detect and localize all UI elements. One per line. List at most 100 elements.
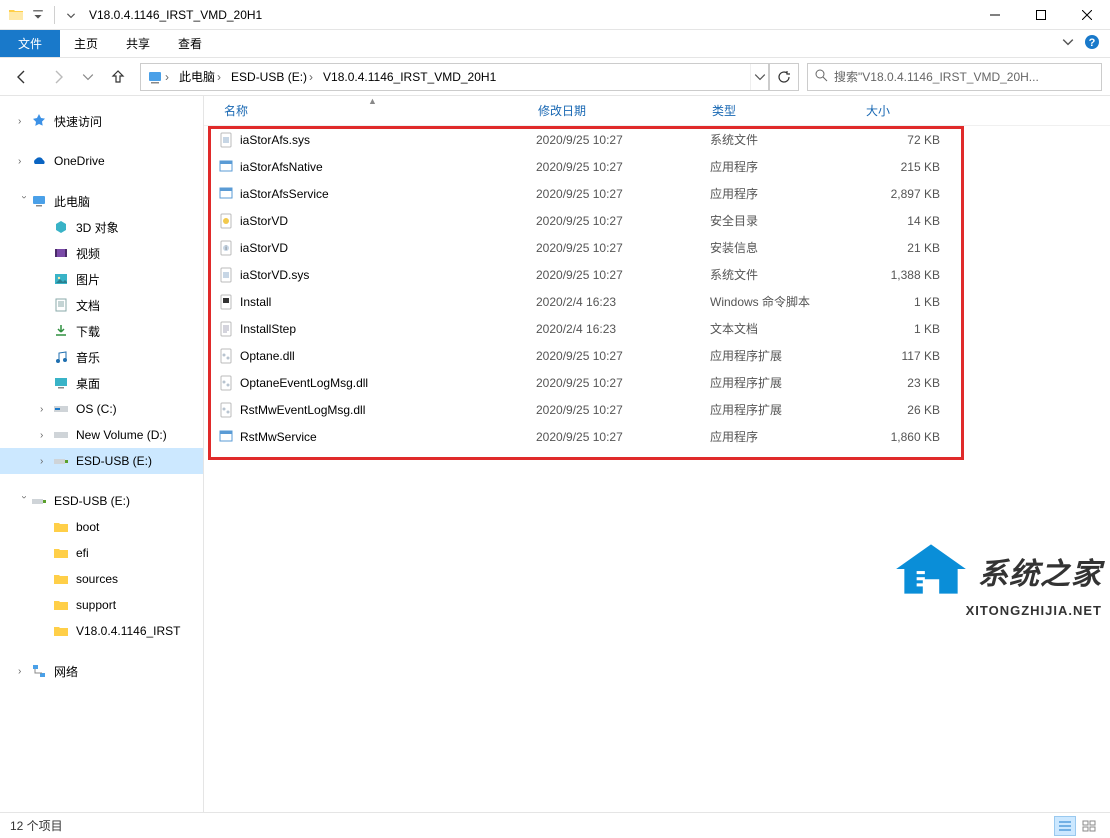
watermark: 系统之家 XITONGZHIJIA.NET [890,538,1102,618]
breadcrumb-this-pc[interactable]: 此电脑› [175,64,227,90]
file-tab[interactable]: 文件 [0,30,60,57]
file-icon [216,321,236,337]
quick-access-icon [30,113,48,129]
breadcrumb-folder[interactable]: V18.0.4.1146_IRST_VMD_20H1 [319,64,500,90]
file-row[interactable]: iaStorAfsNative2020/9/25 10:27应用程序215 KB [216,153,1110,180]
item-count: 12 个项目 [10,817,63,834]
file-size: 21 KB [864,241,940,255]
computer-icon [30,193,48,209]
file-type: 应用程序扩展 [710,347,864,364]
file-row[interactable]: InstallStep2020/2/4 16:23文本文档1 KB [216,315,1110,342]
search-input[interactable]: 搜索"V18.0.4.1146_IRST_VMD_20H... [807,63,1102,91]
breadcrumb-root[interactable]: › [141,64,175,90]
file-row[interactable]: iaStorVD2020/9/25 10:27安全目录14 KB [216,207,1110,234]
tree-item-icon [52,375,70,391]
qat-dropdown-icon[interactable] [28,5,48,25]
tree-pc-child[interactable]: 下载 [0,318,203,344]
tree-pc-child[interactable]: ›New Volume (D:) [0,422,203,448]
tree-item-icon [52,401,70,417]
file-row[interactable]: iaStorAfs.sys2020/9/25 10:27系统文件72 KB [216,126,1110,153]
file-date: 2020/9/25 10:27 [536,430,710,444]
address-bar[interactable]: › 此电脑› ESD-USB (E:)› V18.0.4.1146_IRST_V… [140,63,769,91]
file-row[interactable]: Optane.dll2020/9/25 10:27应用程序扩展117 KB [216,342,1110,369]
file-row[interactable]: iaStorVD.sys2020/9/25 10:27系统文件1,388 KB [216,261,1110,288]
file-type: 系统文件 [710,131,864,148]
tree-pc-child[interactable]: 音乐 [0,344,203,370]
details-view-button[interactable] [1054,816,1076,836]
qat-overflow-icon[interactable] [61,5,81,25]
tree-esd-child[interactable]: support [0,592,203,618]
file-date: 2020/9/25 10:27 [536,214,710,228]
back-button[interactable] [8,63,36,91]
close-button[interactable] [1064,0,1110,30]
thumbnails-view-button[interactable] [1078,816,1100,836]
folder-icon [52,623,70,639]
file-icon [216,132,236,148]
svg-text:?: ? [1089,37,1096,49]
up-button[interactable] [104,63,132,91]
file-icon [216,402,236,418]
window-controls [972,0,1110,30]
tree-this-pc[interactable]: › 此电脑 [0,188,203,214]
tree-onedrive[interactable]: › OneDrive [0,148,203,174]
file-size: 14 KB [864,214,940,228]
usb-drive-icon [30,493,48,509]
tree-esd-child[interactable]: efi [0,540,203,566]
file-type: 应用程序扩展 [710,401,864,418]
tree-esd-child[interactable]: boot [0,514,203,540]
file-size: 1 KB [864,295,940,309]
network-icon [30,663,48,679]
tab-view[interactable]: 查看 [164,30,216,57]
column-name[interactable]: 名称 [216,102,538,119]
folder-icon [52,597,70,613]
breadcrumb-drive[interactable]: ESD-USB (E:)› [227,64,319,90]
column-headers: ▲ 名称 修改日期 类型 大小 [204,96,1110,126]
tree-quick-access[interactable]: › 快速访问 [0,108,203,134]
file-row[interactable]: iiaStorVD2020/9/25 10:27安装信息21 KB [216,234,1110,261]
tree-pc-child[interactable]: ›ESD-USB (E:) [0,448,203,474]
tree-esd-usb[interactable]: › ESD-USB (E:) [0,488,203,514]
file-name: Install [236,295,536,309]
expand-ribbon-icon[interactable] [1062,36,1074,51]
watermark-logo-icon [890,538,972,603]
file-row[interactable]: RstMwService2020/9/25 10:27应用程序1,860 KB [216,423,1110,450]
forward-button[interactable] [44,63,72,91]
navigation-pane: › 快速访问 › OneDrive › 此电脑 3D 对象视频图片文档下载音乐桌… [0,96,204,812]
tree-pc-child[interactable]: ›OS (C:) [0,396,203,422]
tree-pc-child[interactable]: 视频 [0,240,203,266]
file-row[interactable]: RstMwEventLogMsg.dll2020/9/25 10:27应用程序扩… [216,396,1110,423]
column-date[interactable]: 修改日期 [538,102,712,119]
file-row[interactable]: iaStorAfsService2020/9/25 10:27应用程序2,897… [216,180,1110,207]
tab-home[interactable]: 主页 [60,30,112,57]
tree-pc-child[interactable]: 桌面 [0,370,203,396]
tree-pc-child[interactable]: 图片 [0,266,203,292]
recent-locations-button[interactable] [80,63,96,91]
maximize-button[interactable] [1018,0,1064,30]
folder-icon [52,545,70,561]
file-date: 2020/9/25 10:27 [536,268,710,282]
tab-share[interactable]: 共享 [112,30,164,57]
file-icon [216,213,236,229]
tree-esd-child[interactable]: V18.0.4.1146_IRST [0,618,203,644]
address-dropdown[interactable] [750,64,768,90]
file-date: 2020/9/25 10:27 [536,349,710,363]
file-icon: i [216,240,236,256]
file-type: 系统文件 [710,266,864,283]
file-name: iaStorVD [236,214,536,228]
tree-pc-child[interactable]: 3D 对象 [0,214,203,240]
help-icon[interactable]: ? [1084,34,1100,53]
column-size[interactable]: 大小 [866,102,952,119]
tree-pc-child[interactable]: 文档 [0,292,203,318]
separator [54,6,55,24]
refresh-button[interactable] [769,63,799,91]
status-bar: 12 个项目 [0,812,1110,838]
file-row[interactable]: Install2020/2/4 16:23Windows 命令脚本1 KB [216,288,1110,315]
minimize-button[interactable] [972,0,1018,30]
column-type[interactable]: 类型 [712,102,866,119]
tree-esd-child[interactable]: sources [0,566,203,592]
file-size: 117 KB [864,349,940,363]
file-list[interactable]: iaStorAfs.sys2020/9/25 10:27系统文件72 KBiaS… [204,126,1110,450]
file-size: 1,860 KB [864,430,940,444]
file-row[interactable]: OptaneEventLogMsg.dll2020/9/25 10:27应用程序… [216,369,1110,396]
tree-network[interactable]: › 网络 [0,658,203,684]
